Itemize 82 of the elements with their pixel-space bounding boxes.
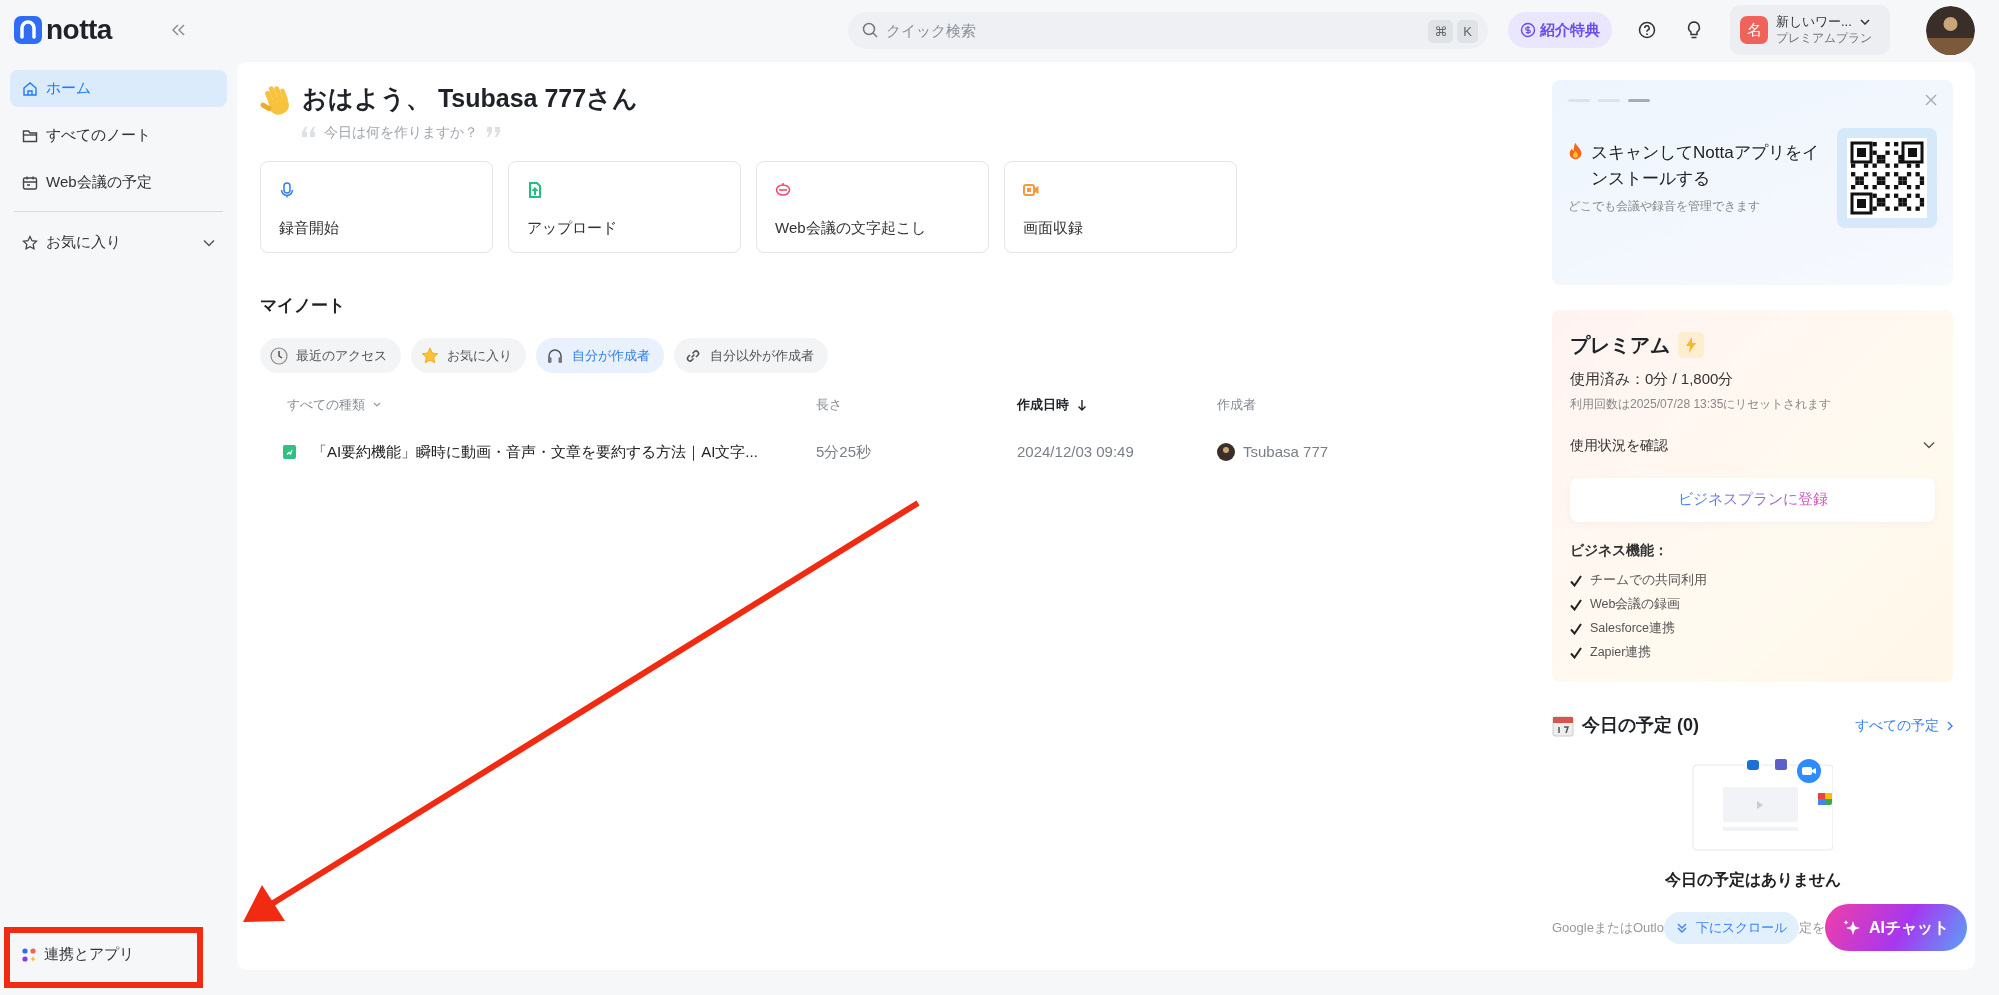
sidebar-item[interactable]: すべてのノート xyxy=(10,117,227,154)
avatar xyxy=(1217,442,1235,461)
help-icon[interactable] xyxy=(1638,21,1656,39)
check-icon xyxy=(1570,574,1582,587)
integrations-link[interactable]: 連携とアプリ xyxy=(10,936,227,973)
action-card[interactable]: 録音開始 xyxy=(260,160,493,253)
check-icon xyxy=(1570,646,1582,659)
sidebar-item[interactable]: Web会議の予定 xyxy=(10,164,227,201)
check-icon xyxy=(1570,598,1582,611)
collapse-icon[interactable] xyxy=(169,23,186,37)
reset-note: 利用回数は2025/07/28 13:35にリセットされます xyxy=(1570,395,1833,413)
workspace-switcher[interactable]: 名 新しいワー... プレミアムプラン xyxy=(1730,5,1890,55)
feature-item: チームでの共同利用 xyxy=(1590,572,1707,590)
column-header[interactable]: 長さ xyxy=(816,395,842,415)
empty-message: 今日の予定はありません xyxy=(1663,870,1842,890)
lightning-icon xyxy=(1686,337,1696,353)
double-chevron-icon xyxy=(1676,921,1688,934)
upgrade-button[interactable]: ビジネスプランに登録 xyxy=(1570,477,1935,522)
feature-item: Zapier連携 xyxy=(1590,644,1652,662)
chevron-down-icon xyxy=(1859,19,1870,26)
all-events-link[interactable]: すべての予定 xyxy=(1855,715,1953,736)
ai-chat-button[interactable]: AIチャット xyxy=(1825,904,1967,951)
feature-item: Web会議の録画 xyxy=(1590,596,1681,614)
workspace-initial: 名 xyxy=(1740,16,1768,44)
action-card[interactable]: Web会議の文字起こし xyxy=(756,160,989,253)
fire-icon xyxy=(1568,140,1583,162)
carousel-indicator[interactable] xyxy=(1628,98,1650,102)
plan-title: プレミアム xyxy=(1570,333,1670,358)
sparkle-icon xyxy=(1843,918,1861,937)
usage-text: 使用済み：0分 / 1,800分 xyxy=(1570,369,1735,389)
apps-icon xyxy=(22,947,36,962)
filter-chip[interactable]: 最近のアクセス xyxy=(260,338,401,373)
shortcut-key: ⌘ xyxy=(1428,19,1454,43)
column-header[interactable]: すべての種類 xyxy=(287,395,381,415)
logo-text: notta xyxy=(46,16,112,44)
dollar-icon xyxy=(1520,22,1536,38)
star-icon xyxy=(22,234,38,251)
note-title[interactable]: 「AI要約機能」瞬時に動画・音声・文章を要約する方法｜AI文字... xyxy=(312,440,758,463)
avatar[interactable] xyxy=(1926,5,1975,55)
feature-item: Salesforce連携 xyxy=(1590,620,1676,638)
lightbulb-icon[interactable] xyxy=(1686,20,1702,40)
features-title: ビジネス機能： xyxy=(1570,540,1669,560)
filter-chip[interactable]: お気に入り xyxy=(411,338,526,373)
search-icon xyxy=(862,21,878,38)
clock-icon xyxy=(270,346,288,365)
column-header[interactable]: 作成者 xyxy=(1217,395,1256,415)
promo-title: スキャンしてNottaアプリをインストールする xyxy=(1591,142,1820,191)
hint-text: 定を xyxy=(1799,918,1825,937)
promo-subtitle: どこでも会議や録音を管理できます xyxy=(1568,197,1761,215)
greeting-title: おはよう、 Tsubasa 777さん xyxy=(302,83,639,114)
usage-toggle[interactable]: 使用状況を確認 xyxy=(1570,434,1935,456)
filter-chip[interactable]: 自分以外が作成者 xyxy=(674,338,828,373)
schedule-title: 今日の予定 (0) xyxy=(1582,714,1699,737)
action-card[interactable]: アップロード xyxy=(508,160,741,253)
note-length: 5分25秒 xyxy=(816,442,872,460)
calendar-icon xyxy=(22,174,38,191)
quote-icon xyxy=(486,127,500,137)
greeting-subtitle: 今日は何を作りますか？ xyxy=(324,122,478,142)
star-icon xyxy=(421,346,439,365)
column-header[interactable]: 作成日時 xyxy=(1017,395,1087,415)
home-icon xyxy=(22,80,38,97)
calendar-icon xyxy=(1552,714,1574,737)
note-date: 2024/12/03 09:49 xyxy=(1017,442,1134,460)
quote-icon xyxy=(302,127,316,137)
folder-icon xyxy=(22,127,38,144)
headphones-icon xyxy=(546,346,564,365)
workspace-name: 新しいワー... xyxy=(1776,13,1852,31)
favorites-toggle[interactable]: お気に入り xyxy=(10,224,227,261)
section-title: マイノート xyxy=(260,294,346,317)
action-card[interactable]: 画面収録 xyxy=(1004,160,1237,253)
document-icon xyxy=(283,444,296,459)
note-owner: Tsubasa 777 xyxy=(1243,441,1329,462)
referral-button[interactable]: 紹介特典 xyxy=(1508,12,1612,48)
chevron-down-icon xyxy=(373,402,381,408)
hint-text: GoogleまたはOutlo xyxy=(1552,918,1664,937)
close-icon[interactable] xyxy=(1925,94,1937,106)
check-icon xyxy=(1570,622,1582,635)
chevron-right-icon xyxy=(1947,720,1953,731)
filter-chip[interactable]: 自分が作成者 xyxy=(536,338,664,373)
plan-label: プレミアムプラン xyxy=(1776,30,1872,47)
logo-icon xyxy=(14,16,42,44)
sort-arrow-icon xyxy=(1077,398,1087,411)
